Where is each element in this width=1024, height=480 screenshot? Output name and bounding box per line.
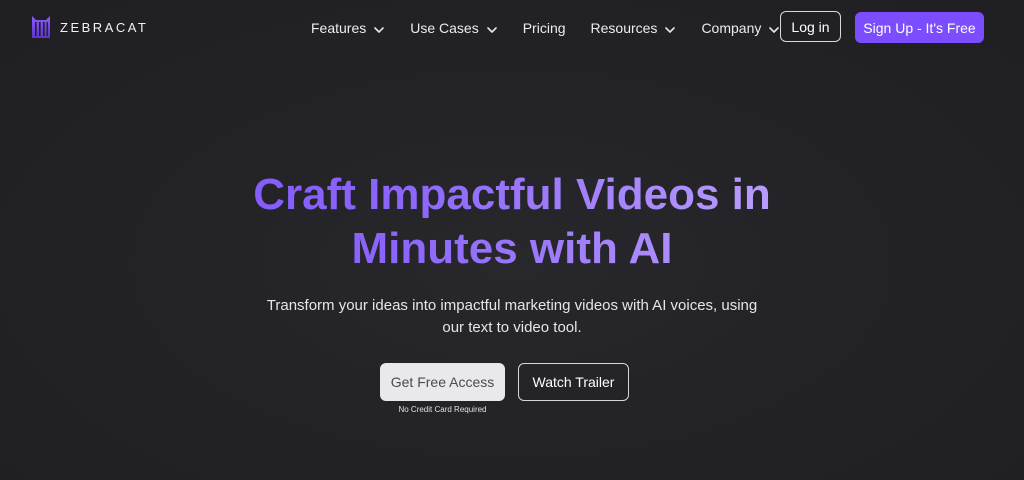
chevron-down-icon	[665, 20, 676, 36]
signup-button[interactable]: Sign Up - It's Free	[855, 12, 984, 43]
watch-trailer-button[interactable]: Watch Trailer	[518, 363, 629, 401]
hero-subtitle: Transform your ideas into impactful mark…	[0, 295, 1024, 339]
chevron-down-icon	[769, 20, 780, 36]
nav-item-label: Use Cases	[410, 20, 479, 36]
nav-item-label: Resources	[590, 20, 658, 36]
landing-page: ZEBRACAT Features Use Cases Pricing Reso…	[0, 0, 1024, 480]
nav-item-label: Features	[311, 20, 367, 36]
site-header: ZEBRACAT Features Use Cases Pricing Reso…	[0, 0, 1024, 56]
hero-title-line-1: Craft Impactful Videos in	[253, 170, 771, 219]
login-button[interactable]: Log in	[780, 11, 841, 42]
hero-subtitle-line-1: Transform your ideas into impactful mark…	[266, 297, 758, 314]
chevron-down-icon	[486, 20, 497, 36]
main-nav: Features Use Cases Pricing Resources Com…	[311, 19, 780, 37]
chevron-down-icon	[374, 20, 385, 36]
hero-subtitle-line-2: our text to video tool.	[442, 319, 582, 336]
nav-item-features[interactable]: Features	[311, 20, 385, 36]
nav-item-label: Pricing	[522, 20, 566, 36]
hero-title: Craft Impactful Videos in Minutes with A…	[0, 168, 1024, 276]
zebracat-logo-icon	[31, 16, 51, 38]
hero-title-line-2: Minutes with AI	[351, 224, 673, 273]
get-free-access-button[interactable]: Get Free Access	[380, 363, 505, 401]
nav-item-company[interactable]: Company	[701, 20, 780, 36]
nav-item-pricing[interactable]: Pricing	[523, 20, 566, 36]
no-credit-card-note: No Credit Card Required	[398, 405, 487, 414]
brand-logo[interactable]: ZEBRACAT	[31, 16, 148, 38]
nav-item-label: Company	[701, 20, 762, 36]
brand-name: ZEBRACAT	[60, 19, 149, 35]
nav-item-resources[interactable]: Resources	[591, 20, 676, 36]
nav-item-use-cases[interactable]: Use Cases	[410, 20, 497, 36]
